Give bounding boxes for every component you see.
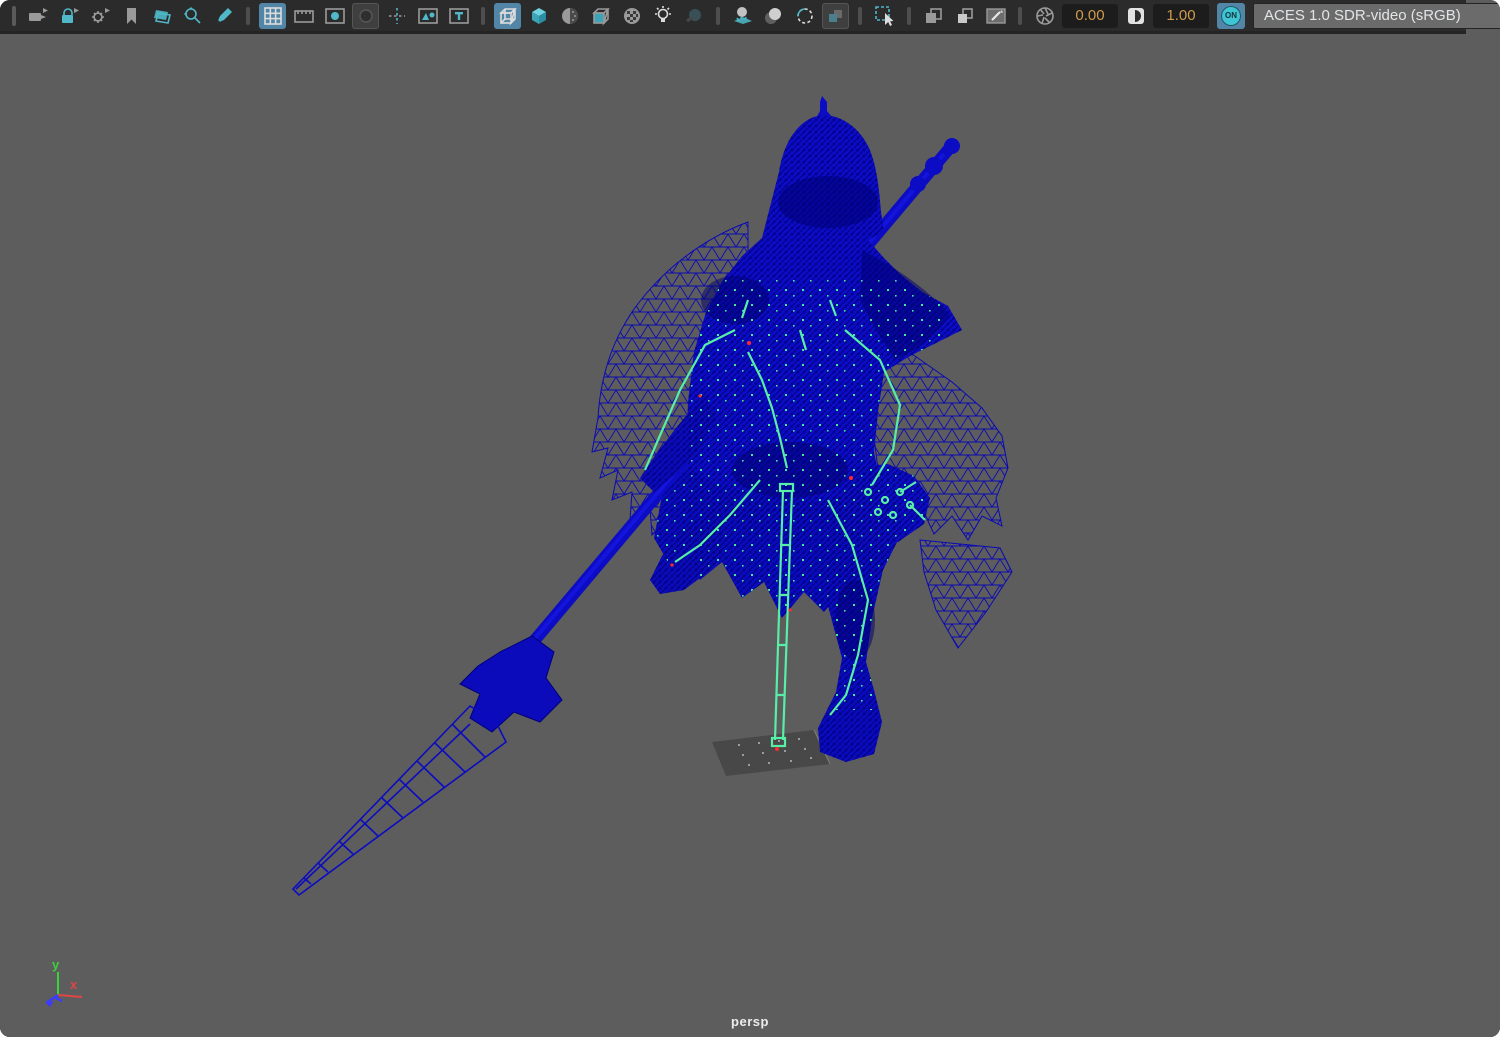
safe-title-icon — [448, 7, 469, 24]
smooth-shade-button[interactable] — [525, 3, 552, 29]
textured-sphere-icon — [561, 7, 578, 24]
xray-button[interactable] — [920, 3, 947, 29]
motion-blur-icon — [764, 7, 781, 24]
toolbar-grip[interactable] — [12, 5, 16, 26]
overlapping-squares-icon — [925, 7, 942, 23]
image-plane-icon — [153, 9, 171, 24]
toolbar-separator — [716, 6, 720, 25]
image-plane-button[interactable] — [148, 3, 175, 29]
perspective-viewport[interactable]: y x persp — [0, 0, 1500, 1037]
gate-mask-icon — [358, 8, 373, 23]
xray-joints-button[interactable] — [951, 3, 978, 29]
pencil-icon — [216, 7, 232, 23]
gamma-icon — [1127, 7, 1144, 24]
shadow-sphere-icon — [685, 8, 701, 22]
cube-teal-face-icon — [591, 7, 610, 26]
toolbar-separator — [907, 6, 911, 25]
gamma-button[interactable] — [1122, 3, 1149, 29]
textured-button[interactable] — [556, 3, 583, 29]
depth-of-field-icon — [828, 9, 842, 22]
anti-aliasing-icon — [796, 7, 813, 24]
depth-of-field-button[interactable] — [822, 2, 849, 29]
lights-button[interactable] — [649, 3, 676, 29]
snapshot-pen-button[interactable] — [982, 3, 1009, 29]
shaded-cube-icon — [531, 7, 546, 24]
squares-outline-icon — [957, 7, 973, 23]
scene-canvas[interactable]: y x — [0, 0, 1500, 1037]
color-management-toggle[interactable]: ON — [1217, 2, 1245, 29]
wireframe-button[interactable] — [494, 2, 521, 29]
axis-x-label: x — [70, 977, 78, 992]
resolution-gate-button[interactable] — [321, 3, 348, 29]
panel-toolbar: 0.00 1.00 ON ACES 1.0 SDR-video (sRGB) — [0, 0, 1500, 34]
film-gate-button[interactable] — [290, 3, 317, 29]
checker-sphere-icon — [623, 7, 640, 24]
anti-aliasing-button[interactable] — [791, 3, 818, 29]
safe-action-button[interactable] — [414, 3, 441, 29]
view-transform-dropdown[interactable]: ACES 1.0 SDR-video (sRGB) — [1253, 2, 1500, 29]
axis-y-label: y — [52, 957, 60, 972]
pan-zoom-button[interactable] — [179, 3, 206, 29]
field-chart-icon — [388, 7, 405, 24]
toolbar-separator — [481, 6, 485, 25]
isolate-select-button[interactable] — [871, 3, 898, 29]
lock-icon — [61, 7, 79, 23]
bookmark-icon — [126, 7, 136, 24]
exposure-button[interactable] — [1031, 3, 1058, 29]
camera-icon — [28, 7, 48, 21]
toolbar-separator — [1018, 6, 1022, 25]
safe-title-button[interactable] — [445, 3, 472, 29]
wireframe-on-shaded-button[interactable] — [587, 3, 614, 29]
bookmark-button[interactable] — [117, 3, 144, 29]
default-material-button[interactable] — [618, 3, 645, 29]
gate-mask-button[interactable] — [352, 2, 379, 29]
camera-attributes-button[interactable] — [86, 3, 113, 29]
wireframe-cube-icon — [498, 7, 517, 26]
gear-icon — [91, 7, 110, 23]
film-gate-icon — [293, 9, 314, 23]
shadows-button[interactable] — [680, 3, 707, 29]
on-badge: ON — [1221, 5, 1241, 26]
safe-action-icon — [417, 7, 438, 24]
grid-icon — [263, 6, 282, 25]
aperture-icon — [1035, 6, 1054, 25]
field-chart-button[interactable] — [383, 3, 410, 29]
camera-name-label: persp — [731, 1014, 769, 1029]
lightbulb-icon — [654, 5, 671, 22]
ambient-occlusion-button[interactable] — [729, 3, 756, 29]
lock-camera-button[interactable] — [55, 3, 82, 29]
resolution-gate-icon — [324, 7, 345, 24]
select-camera-button[interactable] — [24, 3, 51, 29]
isolate-select-icon — [874, 5, 893, 26]
maya-viewport-window: y x persp 0.00 1.00 ON ACES 1.0 SDR-vide… — [0, 0, 1500, 1037]
ao-sphere-plane-icon — [733, 6, 752, 24]
gamma-input[interactable]: 1.00 — [1153, 3, 1209, 28]
toolbar-separator — [246, 6, 250, 25]
motion-blur-button[interactable] — [760, 3, 787, 29]
toolbar-separator — [858, 6, 862, 25]
photo-pen-icon — [985, 7, 1006, 24]
grease-pencil-button[interactable] — [210, 3, 237, 29]
magnifier-arrows-icon — [183, 6, 201, 24]
exposure-input[interactable]: 0.00 — [1062, 3, 1118, 28]
grid-button[interactable] — [259, 2, 286, 29]
